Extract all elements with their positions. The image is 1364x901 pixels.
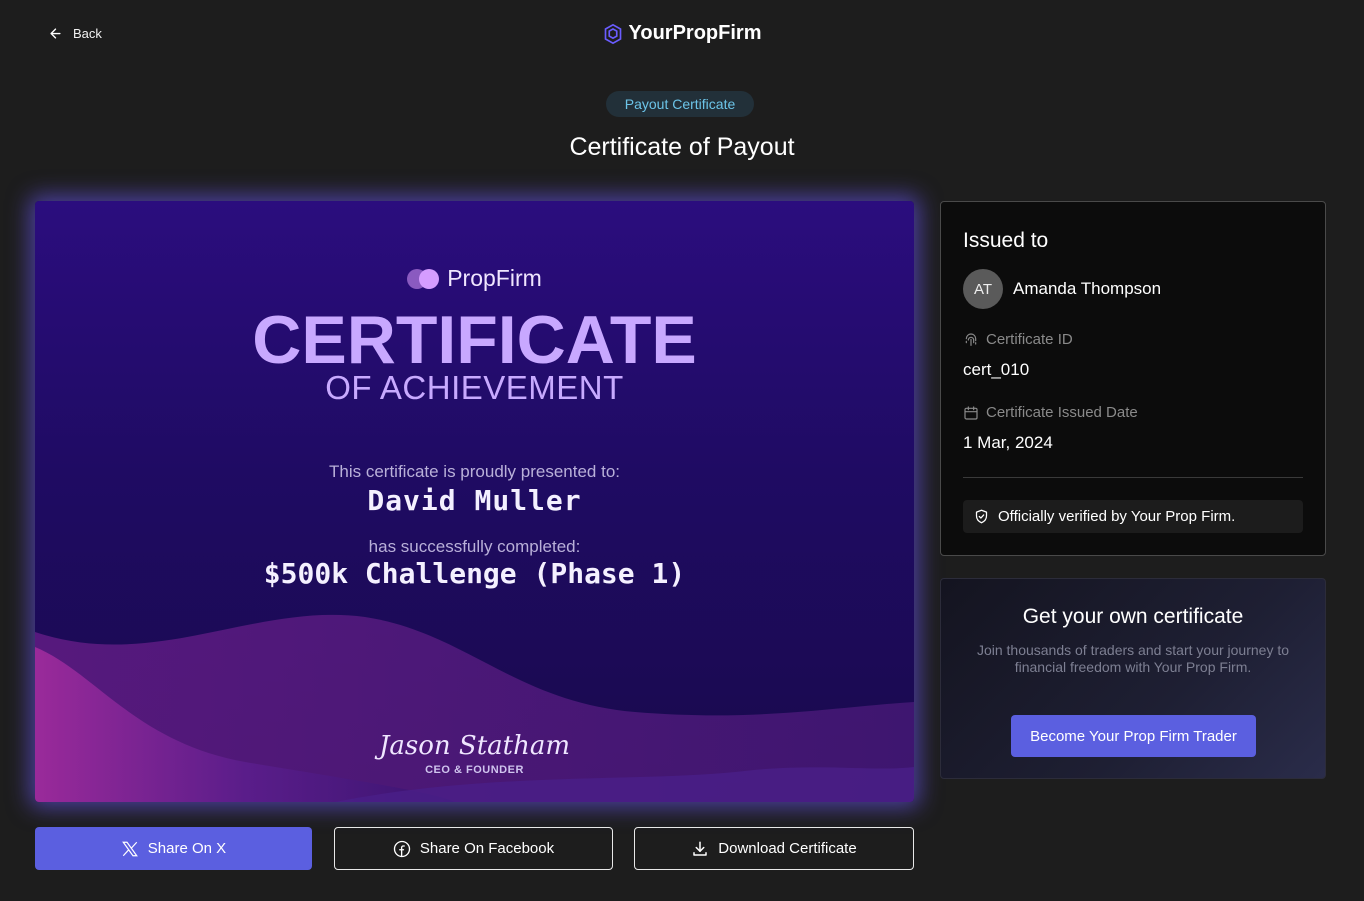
recipient-name: David Muller <box>367 484 582 517</box>
certificate-subheading: OF ACHIEVEMENT <box>325 369 624 406</box>
x-logo-icon <box>121 841 138 856</box>
fingerprint-icon <box>965 332 977 346</box>
presented-text: This certificate is proudly presented to… <box>328 462 621 481</box>
download-icon <box>693 841 708 856</box>
certificate-brand: PropFirm <box>35 265 914 292</box>
promo-title: Get your own certificate <box>1022 605 1244 628</box>
issued-date-label: Certificate Issued Date <box>963 404 1138 421</box>
signature: Jason Statham <box>378 731 571 761</box>
avatar: AT <box>963 269 1003 309</box>
verified-text: Officially verified by Your Prop Firm. <box>998 508 1236 525</box>
certificate-type-tag: Payout Certificate <box>606 91 754 117</box>
issued-to-title: Issued to <box>963 229 1049 252</box>
promo-panel: Get your own certificate Join thousands … <box>940 578 1326 779</box>
share-on-x-button[interactable]: Share On X <box>35 827 312 870</box>
certificate-heading: CERTIFICATE <box>252 302 697 378</box>
share-on-x-label: Share On X <box>147 840 227 857</box>
hexagon-logo-icon <box>604 23 621 44</box>
brand-name: YourPropFirm <box>628 22 762 44</box>
issued-date-label-text: Certificate Issued Date <box>986 404 1138 421</box>
certificate-brand-name: PropFirm <box>447 265 542 291</box>
facebook-icon <box>393 840 411 857</box>
share-on-facebook-label: Share On Facebook <box>419 840 555 857</box>
completed-text: has successfully completed: <box>368 537 581 556</box>
become-trader-button[interactable]: Become Your Prop Firm Trader <box>1011 715 1256 757</box>
certificate-id-value: cert_010 <box>963 360 1030 379</box>
download-certificate-button[interactable]: Download Certificate <box>634 827 914 870</box>
issued-date-value: 1 Mar, 2024 <box>963 433 1053 452</box>
issued-to-name: Amanda Thompson <box>1013 279 1162 298</box>
calendar-icon <box>964 405 978 420</box>
brand-logo[interactable]: YourPropFirm <box>0 22 1364 45</box>
issued-to-panel: Issued to AT Amanda Thompson Certificate… <box>940 201 1326 556</box>
divider <box>963 477 1303 478</box>
promo-body: Join thousands of traders and start your… <box>976 642 1290 675</box>
download-certificate-label: Download Certificate <box>718 840 857 857</box>
challenge-name: $500k Challenge (Phase 1) <box>263 557 686 590</box>
certificate-preview: PropFirm CERTIFICATE OF ACHIEVEMENT This… <box>35 201 914 802</box>
shield-check-icon <box>975 509 988 524</box>
certificate-id-label-text: Certificate ID <box>986 331 1073 348</box>
verified-badge: Officially verified by Your Prop Firm. <box>963 500 1303 533</box>
propfirm-logo-icon <box>407 268 440 289</box>
page-title: Certificate of Payout <box>569 133 795 161</box>
signer-role: CEO & FOUNDER <box>425 764 524 776</box>
certificate-id-label: Certificate ID <box>963 331 1073 348</box>
share-on-facebook-button[interactable]: Share On Facebook <box>334 827 613 870</box>
